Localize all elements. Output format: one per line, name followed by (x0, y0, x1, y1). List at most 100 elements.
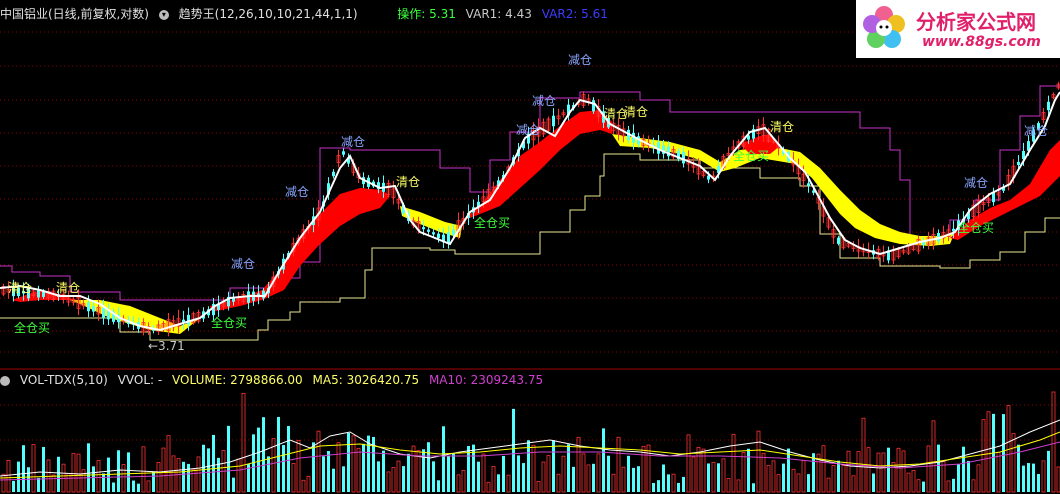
signal-label: 清仓 (8, 281, 32, 295)
volume-bar (691, 456, 696, 493)
volume-bar (166, 435, 171, 493)
volume-bar (306, 476, 311, 493)
volume-bar (491, 465, 496, 493)
volume-bar (667, 474, 670, 492)
volume-bar (342, 466, 345, 492)
indicator-name[interactable]: 趋势王(12,26,10,10,21,44,1,1) (179, 7, 358, 21)
volume-bar (796, 473, 801, 493)
signal-label: 全仓买 (211, 315, 247, 330)
volume-bar (941, 461, 946, 493)
volume-bar (137, 483, 140, 492)
volume-bar (1041, 460, 1046, 493)
volume-bar (721, 458, 726, 493)
stock-title[interactable]: 中国铝业(日线,前复权,对数) (0, 7, 149, 21)
volume-bar (931, 420, 936, 493)
ribbon-bullish (12, 110, 1060, 312)
volume-bar (981, 419, 986, 493)
candle-body (592, 100, 595, 112)
volume-bar (217, 457, 220, 492)
volume-bar (1, 473, 6, 493)
volume-bar (771, 460, 776, 493)
volume-bar (1047, 450, 1050, 492)
volume-bar (756, 430, 761, 493)
volume-bar (946, 480, 951, 493)
volume-bar (57, 456, 60, 492)
volume-bar (787, 448, 790, 492)
candle-body (452, 229, 455, 235)
volume-bar (212, 434, 215, 492)
volume-bar (37, 477, 40, 492)
volume-bar (96, 460, 101, 493)
candle-body (682, 151, 685, 164)
volume-bar (402, 466, 405, 492)
volume-bar (187, 463, 190, 492)
volume-bar (42, 446, 45, 492)
volume-bar (112, 482, 115, 492)
volume-bar (701, 448, 706, 493)
volume-bar (1002, 414, 1005, 492)
volume-bar (766, 465, 771, 493)
signal-label: 减仓 (231, 257, 255, 271)
volume-bar (156, 462, 161, 493)
volume-bar (826, 477, 831, 493)
volume-bar (962, 446, 965, 492)
volume-bar (356, 447, 361, 493)
volume-bar (472, 444, 475, 492)
volume-bar (191, 468, 196, 493)
settings-icon[interactable] (0, 375, 10, 386)
volume-bar (452, 453, 455, 492)
candle-body (837, 237, 840, 244)
volume-bar (567, 444, 570, 492)
volume-bar (232, 477, 235, 492)
volume-bar (22, 445, 25, 492)
volume-bar (711, 461, 716, 493)
volume-header: VOL-TDX(5,10) VVOL: - VOLUME: 2798866.00… (0, 372, 549, 388)
volume-bar (427, 442, 430, 492)
candle-body (437, 233, 440, 239)
volume-bar (872, 473, 875, 492)
low-price-marker: ←3.71 (148, 339, 185, 353)
volume-bar (561, 455, 566, 493)
volume-bar (752, 483, 755, 492)
volume-bar (906, 472, 911, 493)
volume-bar (442, 426, 445, 492)
volume-bar (807, 474, 810, 492)
volume-bar (316, 430, 321, 493)
volume-indicator-title[interactable]: VOL-TDX(5,10) (20, 373, 108, 387)
volume-bar (461, 469, 466, 493)
volume-bar (717, 463, 720, 492)
volume-bar (686, 434, 691, 493)
candle-body (37, 289, 40, 298)
volume-bar (761, 452, 766, 493)
volume-bar (347, 432, 350, 492)
signal-label: 减仓 (568, 53, 592, 67)
volume-bar (146, 480, 151, 493)
volume-bar (846, 450, 851, 493)
volume-bar (841, 464, 846, 493)
volume-bar (837, 460, 840, 492)
volume-bar (411, 445, 416, 493)
settings-icon[interactable]: ▾ (158, 9, 169, 20)
signal-label: 清仓 (624, 105, 648, 119)
signal-label: 减仓 (964, 176, 988, 190)
volume-bar (736, 479, 741, 493)
volume-bar (277, 416, 280, 492)
volume-bar (682, 476, 685, 492)
volume-bar (396, 460, 401, 493)
candle-body (92, 306, 95, 312)
volume-bar (596, 453, 601, 493)
volume-bar (512, 408, 515, 492)
volume-bar (141, 446, 146, 493)
volume-bar (652, 483, 655, 492)
volume-bar (161, 447, 166, 493)
volume-bar (637, 466, 640, 492)
volume-bar (227, 425, 230, 492)
volume-bar (926, 445, 931, 493)
volume-bar (486, 481, 491, 493)
volume-bar (967, 460, 970, 492)
volume-bar (152, 471, 155, 492)
volume-bar (287, 426, 290, 492)
chart-canvas[interactable]: 清仓 清仓 全仓买 减仓 全仓买 减仓 减仓 清仓 全仓买 减仓 减仓 减仓 清… (0, 0, 1060, 494)
grid-volume (0, 404, 1060, 441)
volume-bar (782, 463, 785, 492)
